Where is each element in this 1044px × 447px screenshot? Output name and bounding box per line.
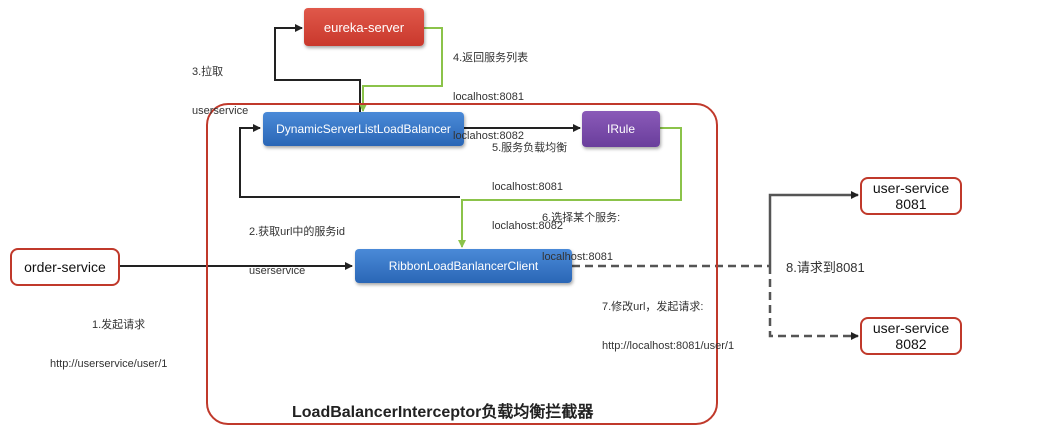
dynamic-lb-label: DynamicServerListLoadBalancer bbox=[276, 122, 451, 136]
step8-label: 8.请求到8081 bbox=[786, 260, 865, 275]
ribbon-client-label: RibbonLoadBanlancerClient bbox=[388, 259, 539, 273]
user-service-8081-name: user-service bbox=[872, 180, 950, 196]
eureka-server-node: eureka-server bbox=[304, 8, 424, 46]
user-service-8082-port: 8082 bbox=[895, 336, 927, 352]
step7-label: 7.修改url，发起请求: http://localhost:8081/user… bbox=[602, 301, 735, 352]
step2-label: 2.获取url中的服务id userservice bbox=[249, 226, 345, 277]
user-service-8082-node: user-service 8082 bbox=[860, 317, 962, 355]
interceptor-title: LoadBalancerInterceptor负载均衡拦截器 bbox=[292, 404, 594, 421]
user-service-8081-port: 8081 bbox=[895, 196, 927, 212]
irule-node: IRule bbox=[582, 111, 660, 147]
order-service-node: order-service bbox=[10, 248, 120, 286]
eureka-server-label: eureka-server bbox=[323, 19, 405, 35]
user-service-8081-node: user-service 8081 bbox=[860, 177, 962, 215]
user-service-8082-name: user-service bbox=[872, 320, 950, 336]
step1-label: 1.发起请求 http://userservice/user/1 bbox=[50, 319, 168, 370]
order-service-label: order-service bbox=[24, 259, 106, 275]
step6-label: 6.选择某个服务: localhost:8081 bbox=[542, 212, 621, 263]
arrow-request-8081 bbox=[768, 191, 859, 266]
arrow-request-8082-dashed bbox=[768, 266, 859, 340]
irule-label: IRule bbox=[606, 122, 635, 136]
ribbon-client-node: RibbonLoadBanlancerClient bbox=[355, 249, 572, 283]
dynamic-server-list-load-balancer-node: DynamicServerListLoadBalancer bbox=[263, 112, 464, 146]
step3-label: 3.拉取 userservice bbox=[192, 66, 249, 117]
